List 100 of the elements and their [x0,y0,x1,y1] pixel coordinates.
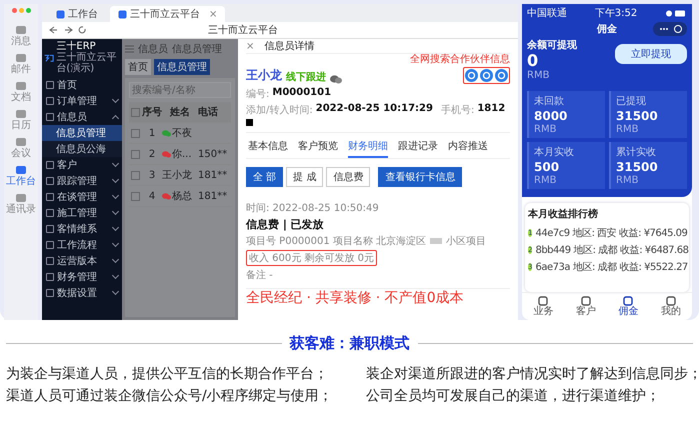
stat-label: 已提现 [616,95,647,108]
more-icon[interactable] [653,22,687,36]
table-cell-text: 181** [198,170,228,180]
detail-tab[interactable]: 跟进记录 [398,139,438,158]
stat-value: 500 [534,160,560,174]
tab-icon [538,296,548,306]
menu-icon[interactable] [125,45,134,53]
annotation-text: 全网搜索合作伙伴信息 [410,52,510,66]
table-cell-text: 1 [148,128,156,138]
sidebar-item[interactable]: 订单管理 [42,93,122,109]
section-heading: 获客难：兼职模式 [290,334,410,353]
page-tab[interactable]: 首页 [125,59,151,75]
project-type: 小区项目 [446,234,486,248]
stat-value: 31500 [616,160,659,174]
tab-close-button[interactable]: × [209,8,218,20]
clock-time: 下午3:52 [594,7,638,20]
sidebar-item[interactable]: 信息员 [42,109,122,125]
income-text: 收益: ¥5522.27 [620,261,688,274]
slogan-text: 全民经纪 · 共享装修 · 不产值0成本 [246,289,465,307]
currency-label: RMB [616,124,640,135]
detail-tab[interactable]: 财务明细 [348,139,388,158]
ranking-title: 本月收益排行榜 [528,208,599,221]
window-title: 三十而立云平台 [208,24,278,37]
tab-bar-item[interactable]: 我的 [660,296,681,317]
navigation-icon[interactable] [48,25,88,35]
search-engine-icon[interactable] [465,69,478,82]
app-icon [15,81,27,91]
tab-icon [56,10,65,18]
page-tab[interactable]: 信息员管理 [154,59,210,75]
table-cell-text: 3 [148,170,156,180]
battery-icon [665,10,687,16]
browser-tab[interactable]: 三十而立云平台 × [110,6,226,22]
filter-button[interactable]: 全 部 [246,167,284,187]
income-text: 收益: ¥6487.68 [620,244,688,257]
search-engine-icon[interactable] [480,69,493,82]
description-text: 公司全员均可发展自己的渠道，进行渠道维护； [366,387,661,405]
search-engine-icon[interactable] [495,69,508,82]
sidebar-item[interactable]: 跟踪管理 [42,173,122,189]
sidebar-subitem[interactable]: 信息员管理 [42,125,122,141]
withdraw-button[interactable]: 立即提现 [615,44,687,64]
window-controls-icon [12,8,30,13]
tab-bar-item[interactable]: 佣金 [618,296,638,317]
detail-tab[interactable]: 客户预览 [298,139,338,158]
field-value: 2022-08-25 10:17:29 [316,103,433,116]
filter-button[interactable]: 提 成 [286,167,324,187]
sidebar-item[interactable]: 客情维系 [42,221,122,237]
currency-label: RMB [616,175,640,186]
sidebar-item[interactable]: 数据设置 [42,285,122,301]
redacted-block [246,119,253,126]
search-field[interactable]: 搜索编号/名称 [129,82,231,98]
sidebar-item[interactable]: 客户 [42,157,122,173]
close-button[interactable]: × [246,40,254,52]
sidebar-subitem[interactable]: 信息员公海 [42,141,122,157]
brand-subtitle: 三十而立云平台(演示) [56,52,118,74]
field-value: M0000101 [272,87,332,100]
currency-label: RMB [527,70,550,81]
region-text: 地区: 成都 [572,260,617,274]
table-cell-text: 2 [148,148,156,160]
sidebar-item[interactable]: 工作流程 [42,237,122,253]
browser-tab[interactable]: 工作台 [48,6,106,22]
description-text: 为装企与渠道人员，提供公平互信的长期合作平台； [6,365,329,383]
checkbox[interactable] [131,128,140,138]
tab-bar-item[interactable]: 客户 [576,296,596,317]
income-info: 收入 600元 剩余可发放 0元 [246,250,377,266]
income-text: 收益: ¥7645.09 [619,227,688,240]
field-label: 添加/转入时间: [246,104,313,117]
tab-bar-item[interactable]: 业务 [533,296,554,317]
screen-title: 佣金 [597,22,617,36]
status-label: 线下跟进 [286,70,326,84]
tab-icon [118,10,127,18]
sidebar-item[interactable]: 施工管理 [42,205,122,221]
dock-item[interactable]: 工作台 [6,165,36,187]
field-label: 手机号: [440,104,474,117]
column-header: 序号 [142,105,162,119]
sidebar-item[interactable]: 运营版本 [42,253,122,269]
stat-value: 8000 [534,109,568,123]
region-text: 地区: 西安 [572,226,616,240]
sidebar-item[interactable]: 首页 [42,77,122,93]
currency-label: RMB [534,175,558,186]
app-icon [15,165,27,175]
checkbox[interactable] [131,192,140,200]
detail-tab[interactable]: 内容推送 [448,139,488,158]
brand-name: 三十ERP [56,42,97,52]
user-id: 8bb449 [535,244,571,256]
table-cell-text: 王小龙 [162,168,192,182]
table-cell-text: 4 [148,190,156,202]
checkbox[interactable] [131,150,140,158]
bank-card-button[interactable]: 查看银行卡信息 [378,167,462,187]
detail-tab[interactable]: 基本信息 [248,139,288,158]
drawer-title: 信息员详情 [264,40,314,53]
region-text: 地区: 成都 [574,244,618,257]
filter-button[interactable]: 信息费 [326,167,370,187]
tab-icon [623,296,634,306]
app-icon [15,109,27,119]
sidebar-item[interactable]: 在谈管理 [42,189,122,205]
checkbox[interactable] [131,170,140,180]
checkbox[interactable] [131,108,140,116]
project-info: 项目号 P0000001 项目名称 北京海淀区 [246,234,426,248]
description-text: 装企对渠道所跟进的客户情况实时了解达到信息同步； [366,365,699,383]
sidebar-item[interactable]: 财务管理 [42,269,122,285]
